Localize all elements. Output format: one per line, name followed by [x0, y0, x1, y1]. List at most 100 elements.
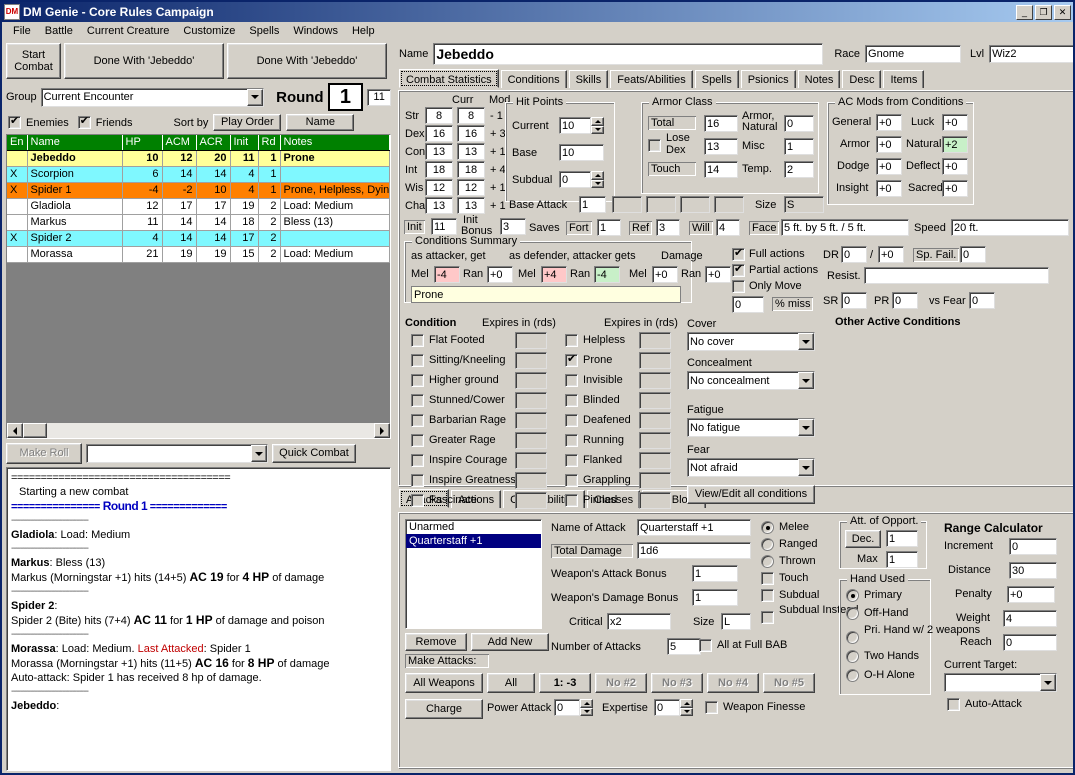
- ability-base-con[interactable]: 13: [425, 143, 453, 160]
- power-attack-stepper[interactable]: [580, 699, 593, 716]
- condition-checkbox-inspire-greatness[interactable]: [411, 474, 424, 487]
- init-bonus-input[interactable]: 3: [500, 218, 526, 235]
- condition-expires-greater-rage[interactable]: [515, 432, 547, 449]
- col-rd[interactable]: Rd: [258, 135, 280, 150]
- col-acm[interactable]: ACM: [162, 135, 196, 150]
- scroll-left-icon[interactable]: [7, 423, 23, 438]
- ranged-radio[interactable]: [761, 538, 774, 551]
- all-full-bab-checkbox[interactable]: [699, 639, 712, 652]
- condition-expires-flat-footed[interactable]: [515, 332, 547, 349]
- chevron-down-icon[interactable]: [251, 445, 267, 462]
- tab-items[interactable]: Items: [883, 70, 924, 88]
- conditions-summary-text[interactable]: Prone: [411, 286, 681, 303]
- col-en[interactable]: En: [7, 135, 27, 150]
- hp-subdual-input[interactable]: 0: [559, 171, 591, 188]
- sort-play-order-button[interactable]: Play Order: [213, 114, 281, 131]
- base-attack-input[interactable]: 1: [579, 196, 606, 213]
- thrown-radio[interactable]: [761, 555, 774, 568]
- attack-1-button[interactable]: 1: -3: [539, 673, 591, 693]
- expertise-stepper[interactable]: [680, 699, 693, 716]
- acmod-value-deflect[interactable]: +0: [942, 158, 968, 175]
- grid-horizontal-scrollbar[interactable]: [7, 422, 390, 438]
- condition-checkbox-invisible[interactable]: [565, 374, 578, 387]
- aoo-dec-button[interactable]: Dec.: [845, 530, 881, 548]
- miss-percent-input[interactable]: 0: [732, 296, 764, 313]
- aoo-max-input[interactable]: 1: [886, 551, 918, 568]
- hp-current-stepper[interactable]: [591, 117, 604, 134]
- table-row[interactable]: Gladiola 12 17 17 19 2 Load: Medium: [7, 198, 390, 214]
- ability-curr-str[interactable]: 8: [457, 107, 485, 124]
- acmod-value-armor[interactable]: +0: [876, 136, 902, 153]
- ac-temp-value[interactable]: 2: [784, 161, 814, 178]
- distance-input[interactable]: 30: [1009, 562, 1057, 579]
- minimize-icon[interactable]: _: [1016, 5, 1033, 20]
- attack-3-button[interactable]: No #3: [651, 673, 703, 693]
- menu-windows[interactable]: Windows: [286, 24, 345, 38]
- condition-checkbox-inspire-courage[interactable]: [411, 454, 424, 467]
- weight-input[interactable]: 4: [1003, 610, 1057, 627]
- number-of-attacks-input[interactable]: 5: [667, 638, 701, 655]
- attacker-ran-value[interactable]: +0: [487, 266, 513, 283]
- resist-input[interactable]: [864, 267, 1049, 284]
- table-row[interactable]: Jebeddo 10 12 20 11 1 Prone: [7, 150, 390, 166]
- tab-spells[interactable]: Spells: [695, 70, 739, 88]
- col-name[interactable]: Name: [27, 135, 122, 150]
- power-attack-input[interactable]: 0: [554, 699, 580, 716]
- enemies-checkbox[interactable]: [8, 116, 21, 129]
- acmod-value-general[interactable]: +0: [876, 114, 902, 131]
- aoo-value-input[interactable]: 1: [886, 530, 918, 547]
- table-row[interactable]: X Spider 2 4 14 14 17 2: [7, 230, 390, 246]
- spell-fail-input[interactable]: 0: [960, 246, 986, 263]
- condition-expires-grappling[interactable]: [639, 472, 671, 489]
- condition-checkbox-running[interactable]: [565, 434, 578, 447]
- acmod-value-insight[interactable]: +0: [876, 180, 902, 197]
- ability-base-dex[interactable]: 16: [425, 125, 453, 142]
- attack-list[interactable]: Unarmed Quarterstaff +1: [405, 519, 542, 629]
- ac-touch-value[interactable]: 14: [704, 161, 738, 178]
- condition-checkbox-higher-ground[interactable]: [411, 374, 424, 387]
- done-with-button-2[interactable]: Done With 'Jebeddo': [227, 43, 387, 79]
- ability-curr-cha[interactable]: 13: [457, 197, 485, 214]
- condition-expires-pinned[interactable]: [639, 492, 671, 509]
- quick-combat-button[interactable]: Quick Combat: [272, 444, 356, 463]
- col-notes[interactable]: Notes: [280, 135, 390, 150]
- condition-checkbox-flat-footed[interactable]: [411, 334, 424, 347]
- ability-base-int[interactable]: 18: [425, 161, 453, 178]
- dr-input-2[interactable]: +0: [878, 246, 904, 263]
- col-hp[interactable]: HP: [122, 135, 162, 150]
- condition-expires-helpless[interactable]: [639, 332, 671, 349]
- hp-current-input[interactable]: 10: [559, 117, 591, 134]
- hand-two-hands-radio[interactable]: [846, 650, 859, 663]
- menu-file[interactable]: File: [6, 24, 38, 38]
- start-combat-button[interactable]: Start Combat: [6, 43, 61, 79]
- size-input[interactable]: S: [784, 196, 824, 213]
- condition-expires-flanked[interactable]: [639, 452, 671, 469]
- reach-input[interactable]: 0: [1003, 634, 1057, 651]
- base-attack-extra-1[interactable]: [612, 196, 642, 213]
- acmod-value-sacred[interactable]: +0: [942, 180, 968, 197]
- ac-misc-value[interactable]: 1: [784, 138, 814, 155]
- chevron-down-icon[interactable]: [1040, 674, 1056, 691]
- damage-mel-value[interactable]: +0: [652, 266, 678, 283]
- menu-battle[interactable]: Battle: [38, 24, 80, 38]
- condition-checkbox-barbarian-rage[interactable]: [411, 414, 424, 427]
- tab-psionics[interactable]: Psionics: [741, 70, 796, 88]
- defender-mel-value[interactable]: +4: [541, 266, 567, 283]
- tab-notes[interactable]: Notes: [798, 70, 841, 88]
- hand-oh-alone-radio[interactable]: [846, 669, 859, 682]
- race-input[interactable]: Gnome: [865, 45, 961, 63]
- cover-select[interactable]: No cover: [687, 332, 815, 351]
- penalty-input[interactable]: +0: [1007, 586, 1055, 603]
- combat-log[interactable]: ===================================== St…: [6, 467, 391, 771]
- menu-current-creature[interactable]: Current Creature: [80, 24, 177, 38]
- lvl-input[interactable]: Wiz2: [989, 45, 1073, 63]
- increment-input[interactable]: 0: [1009, 538, 1057, 555]
- condition-checkbox-pinned[interactable]: [565, 494, 578, 507]
- ability-curr-con[interactable]: 13: [457, 143, 485, 160]
- face-input[interactable]: 5 ft. by 5 ft. / 5 ft.: [781, 219, 909, 236]
- tab-feats-abilities[interactable]: Feats/Abilities: [610, 70, 692, 88]
- expertise-input[interactable]: 0: [654, 699, 680, 716]
- all-weapons-button[interactable]: All Weapons: [405, 673, 483, 693]
- table-row[interactable]: X Spider 1 -4 -2 10 4 1 Prone, Helpless,…: [7, 182, 390, 198]
- condition-expires-fascinate[interactable]: [515, 492, 547, 509]
